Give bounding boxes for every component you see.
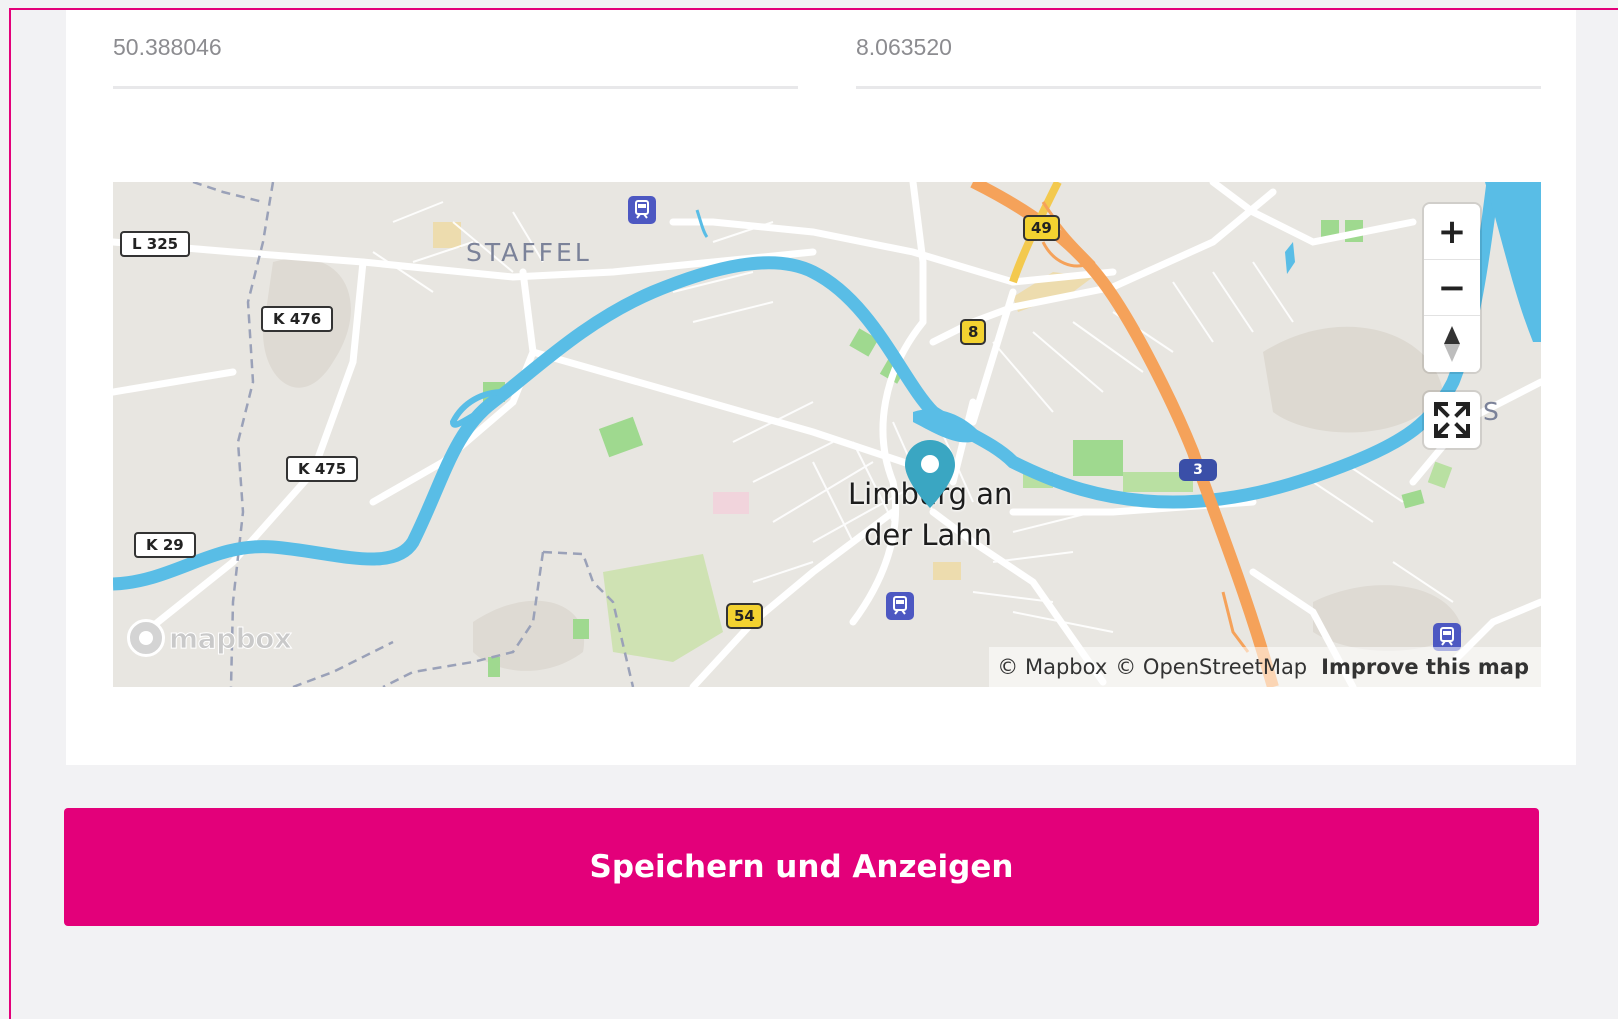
- rail-station-icon[interactable]: [628, 196, 656, 224]
- compass-button[interactable]: [1424, 316, 1480, 372]
- fullscreen-icon: [1434, 402, 1470, 438]
- mapbox-logo-text: mapbox: [168, 621, 292, 655]
- road-shield: 3: [1179, 459, 1217, 481]
- district-label: STAFFEL: [466, 238, 592, 267]
- location-marker-icon[interactable]: [903, 438, 957, 510]
- road-shield: 49: [1023, 215, 1060, 241]
- osm-attribution-link[interactable]: © OpenStreetMap: [1115, 655, 1307, 679]
- longitude-input[interactable]: [856, 34, 1541, 61]
- road-shield: L 325: [120, 231, 191, 257]
- zoom-out-button[interactable]: −: [1424, 260, 1480, 316]
- improve-map-link[interactable]: Improve this map: [1321, 655, 1529, 679]
- map-attribution: © Mapbox © OpenStreetMap Improve this ma…: [989, 647, 1541, 687]
- mapbox-logo-icon: [127, 619, 165, 657]
- edge-place-label: S: [1483, 397, 1499, 426]
- road-shield: K 476: [261, 306, 334, 332]
- mapbox-attribution-link[interactable]: © Mapbox: [997, 655, 1107, 679]
- road-shield: 8: [960, 319, 987, 345]
- fullscreen-button[interactable]: [1424, 392, 1480, 448]
- navigation-control: + −: [1424, 204, 1480, 372]
- save-and-show-button[interactable]: Speichern und Anzeigen: [64, 808, 1539, 926]
- location-card: L 325 K 476 K 475 K 29 49 8 54 3 STAFFEL…: [66, 10, 1576, 765]
- zoom-in-button[interactable]: +: [1424, 204, 1480, 260]
- city-label-line: der Lahn: [863, 518, 993, 552]
- road-shield: 54: [726, 603, 763, 629]
- mapbox-logo[interactable]: mapbox: [127, 615, 292, 661]
- longitude-field[interactable]: [856, 10, 1541, 89]
- rail-station-icon[interactable]: [886, 592, 914, 620]
- latitude-field[interactable]: [113, 10, 798, 89]
- road-shield: K 29: [134, 532, 196, 558]
- road-shield: K 475: [286, 456, 359, 482]
- map-tiles[interactable]: [113, 182, 1541, 687]
- compass-icon: [1444, 326, 1460, 362]
- map[interactable]: L 325 K 476 K 475 K 29 49 8 54 3 STAFFEL…: [113, 182, 1541, 687]
- latitude-input[interactable]: [113, 34, 798, 61]
- page: L 325 K 476 K 475 K 29 49 8 54 3 STAFFEL…: [9, 8, 1618, 1019]
